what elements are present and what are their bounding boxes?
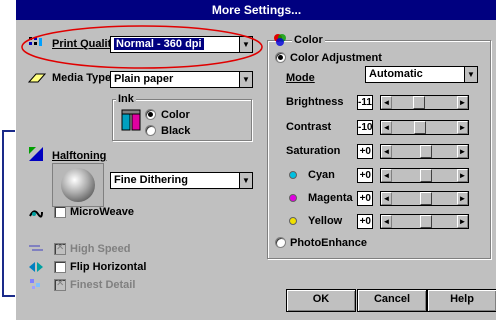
ok-button[interactable]: OK [286,289,356,312]
ink-color-radio[interactable] [145,109,156,120]
color-adjustment-label: Color Adjustment [290,52,382,64]
highlight-ellipse [21,25,263,69]
chevron-down-icon[interactable]: ▼ [239,173,252,188]
microweave-checkbox[interactable] [54,206,66,218]
mode-select[interactable]: Automatic ▼ [365,66,478,83]
slider-thumb[interactable] [420,145,432,158]
halftoning-value: Fine Dithering [114,174,188,186]
finest-detail-checkbox [54,278,66,291]
flip-horizontal-label: Flip Horizontal [70,261,147,273]
yellow-slider[interactable]: ◄ ► [380,214,469,229]
finest-detail-icon [30,279,40,289]
high-speed-checkbox [54,242,66,255]
window-title: More Settings... [16,0,496,20]
color-icon [274,34,286,46]
microweave-label: MicroWeave [70,206,134,218]
right-arrow-icon[interactable]: ► [457,215,468,228]
saturation-slider[interactable]: ◄ ► [380,144,469,159]
slider-thumb[interactable] [420,192,432,205]
more-settings-dialog: More Settings... Print Quality Normal - … [15,0,496,320]
left-arrow-icon[interactable]: ◄ [381,96,392,109]
photoenhance-label: PhotoEnhance [290,237,368,249]
color-label: Color [292,34,325,46]
brightness-label: Brightness [286,96,344,108]
mode-value: Automatic [369,68,423,80]
flip-horizontal-checkbox[interactable] [54,261,66,273]
halftoning-preview [52,163,104,207]
left-arrow-icon[interactable]: ◄ [381,192,392,205]
contrast-label: Contrast [286,121,332,133]
media-type-select[interactable]: Plain paper ▼ [110,71,253,88]
media-type-value: Plain paper [114,73,174,85]
contrast-value: -10 [357,120,373,135]
slider-thumb[interactable] [413,96,425,109]
brightness-slider[interactable]: ◄ ► [380,95,469,110]
halftoning-label: Halftoning [52,150,107,162]
help-button[interactable]: Help [427,289,496,312]
cyan-slider[interactable]: ◄ ► [380,168,469,183]
cyan-dot-icon [289,171,297,179]
slider-thumb[interactable] [414,121,426,134]
high-speed-label: High Speed [70,243,131,255]
magenta-dot-icon [289,194,297,202]
cyan-value: +0 [357,168,373,183]
left-arrow-icon[interactable]: ◄ [381,145,392,158]
ink-color-label: Color [161,109,190,121]
right-arrow-icon[interactable]: ► [457,169,468,182]
cyan-label: Cyan [308,169,335,181]
right-arrow-icon[interactable]: ► [457,121,468,134]
slider-thumb[interactable] [420,169,432,182]
chevron-down-icon[interactable]: ▼ [464,67,477,82]
left-arrow-icon[interactable]: ◄ [381,169,392,182]
cancel-button[interactable]: Cancel [357,289,427,312]
flip-horizontal-icon [29,262,43,272]
right-arrow-icon[interactable]: ► [457,145,468,158]
left-arrow-icon[interactable]: ◄ [381,121,392,134]
color-adjustment-radio[interactable] [275,52,286,63]
ink-label: Ink [116,93,136,105]
yellow-value: +0 [357,214,373,229]
yellow-dot-icon [289,217,297,225]
slider-thumb[interactable] [420,215,432,228]
right-arrow-icon[interactable]: ► [457,192,468,205]
contrast-slider[interactable]: ◄ ► [380,120,469,135]
saturation-label: Saturation [286,145,341,157]
halftoning-select[interactable]: Fine Dithering ▼ [110,172,253,189]
media-type-label: Media Type [52,72,112,84]
ink-black-label: Black [161,125,191,137]
brightness-value: -11 [357,95,373,110]
ink-black-radio[interactable] [145,125,156,136]
left-arrow-icon[interactable]: ◄ [381,215,392,228]
ink-cartridge-icon [121,109,141,131]
halftoning-icon [29,147,43,161]
magenta-value: +0 [357,191,373,206]
right-arrow-icon[interactable]: ► [457,96,468,109]
mode-label: Mode [286,72,315,84]
yellow-label: Yellow [308,215,343,227]
microweave-icon [29,210,43,218]
magenta-label: Magenta [308,192,353,204]
finest-detail-label: Finest Detail [70,279,136,291]
chevron-down-icon[interactable]: ▼ [239,72,252,87]
photoenhance-radio[interactable] [275,237,286,248]
magenta-slider[interactable]: ◄ ► [380,191,469,206]
saturation-value: +0 [357,144,373,159]
high-speed-icon [29,245,43,251]
media-type-icon [28,73,46,83]
